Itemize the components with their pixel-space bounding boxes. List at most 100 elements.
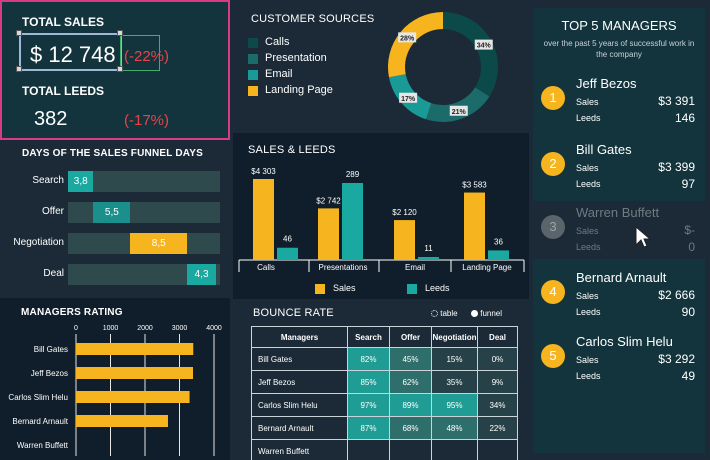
manager-name: Carlos Slim Helu <box>576 334 673 349</box>
rating-category-label: Carlos Slim Helu <box>8 393 68 402</box>
radio-table-icon[interactable] <box>431 310 438 318</box>
manager-leeds: 90 <box>681 305 695 319</box>
sales-label: Sales <box>576 355 599 365</box>
leeds-value-label: 289 <box>346 170 360 179</box>
donut-value-label: 28% <box>400 35 415 42</box>
manager-name: Bernard Arnault <box>576 270 667 285</box>
sales-category-label: Calls <box>257 263 275 272</box>
donut-slice <box>426 87 490 122</box>
resize-handle[interactable] <box>117 66 123 72</box>
leeds-label: Leeds <box>576 113 601 123</box>
manager-sales: $3 391 <box>658 94 695 108</box>
table-row[interactable]: Bill Gates 82% 45% 15% 0% <box>251 347 518 371</box>
manager-leeds: 0 <box>688 240 695 254</box>
rating-category-label: Warren Buffett <box>17 441 69 450</box>
managers-rating-panel: MANAGERS RATING 0 1000 2000 3000 4000 Bill Ga… <box>0 298 230 460</box>
rank-badge: 2 <box>541 152 565 176</box>
bounce-value-cell: 68% <box>389 416 432 440</box>
rating-category-label: Bill Gates <box>34 345 68 354</box>
bounce-value-cell: 95% <box>431 393 478 417</box>
donut-value-label: 21% <box>452 109 467 116</box>
leeds-value-label: 11 <box>424 244 433 253</box>
manager-card[interactable]: 3 Warren Buffett Sales $- Leeds 0 <box>533 201 705 259</box>
bounce-value-cell: 34% <box>477 393 518 417</box>
bounce-header-cell: Search <box>347 326 390 348</box>
total-sales-value: $ 12 748 <box>30 42 116 67</box>
top5-subtitle: over the past 5 years of successful work… <box>543 39 695 59</box>
funnel-row-label: Offer <box>41 206 64 217</box>
sales-label: Sales <box>576 291 599 301</box>
radio-funnel-icon[interactable] <box>471 310 478 318</box>
manager-card[interactable]: 2 Bill Gates Sales $3 399 Leeds 97 <box>533 138 705 196</box>
bounce-header-cell: Offer <box>389 326 432 348</box>
sources-donut: 34% 21% 17% 28% <box>388 12 498 122</box>
manager-card[interactable]: 1 Jeff Bezos Sales $3 391 Leeds 146 <box>533 72 705 130</box>
legend-sales: Sales <box>315 283 356 294</box>
table-row[interactable]: Carlos Slim Helu 97% 89% 95% 34% <box>251 393 518 417</box>
customer-sources-panel: CUSTOMER SOURCES Calls Presentation Emai… <box>233 0 529 133</box>
rating-category-label: Bernard Arnault <box>12 417 68 426</box>
rating-category-label: Jeff Bezos <box>31 369 68 378</box>
kpi-panel[interactable]: TOTAL SALES $ 12 748 (-22%) TOTAL LEEDS … <box>0 0 230 140</box>
rating-bar <box>76 367 193 379</box>
sales-bar <box>464 192 485 260</box>
funnel-bar: 8,5 <box>130 233 188 254</box>
sales-leeds-panel: SALES & LEEDS Calls $4 303 46 Presentations… <box>233 133 529 299</box>
sales-value-label: $4 303 <box>251 167 276 176</box>
manager-sales: $3 292 <box>658 352 695 366</box>
total-sales-label: TOTAL SALES <box>22 15 105 29</box>
sales-value-label: $3 583 <box>462 181 487 190</box>
funnel-row: Negotiation 8,5 <box>0 233 230 255</box>
funnel-row: Offer 5,5 <box>0 202 230 224</box>
resize-handle[interactable] <box>117 30 123 36</box>
manager-card[interactable]: 5 Carlos Slim Helu Sales $3 292 Leeds 49 <box>533 330 705 388</box>
legend-presentation: Presentation <box>248 52 327 64</box>
manager-name: Bill Gates <box>576 142 632 157</box>
manager-card[interactable]: 4 Bernard Arnault Sales $2 666 Leeds 90 <box>533 266 705 324</box>
rating-bar <box>76 415 168 427</box>
funnel-row: Search 3,8 <box>0 171 230 193</box>
table-row[interactable]: Bernard Arnault 87% 68% 48% 22% <box>251 416 518 440</box>
leeds-label: Leeds <box>576 371 601 381</box>
legend-calls: Calls <box>248 36 289 48</box>
bounce-value-cell: 48% <box>431 416 478 440</box>
rank-badge: 1 <box>541 86 565 110</box>
rank-badge: 4 <box>541 280 565 304</box>
table-row[interactable]: Jeff Bezos 85% 62% 35% 9% <box>251 370 518 394</box>
bounce-value-cell: 9% <box>477 370 518 394</box>
sales-category-label: Presentations <box>319 263 368 272</box>
bounce-header-cell: Managers <box>251 326 348 348</box>
funnel-track: 5,5 <box>68 202 220 223</box>
funnel-bar: 3,8 <box>68 171 94 192</box>
sales-category-label: Landing Page <box>462 263 512 272</box>
manager-leeds: 146 <box>674 111 695 125</box>
bounce-value-cell: 85% <box>347 370 390 394</box>
table-row[interactable]: Warren Buffett <box>251 439 518 460</box>
bounce-value-cell <box>389 439 432 460</box>
funnel-bar: 4,3 <box>187 264 216 285</box>
funnel-row-label: Search <box>32 175 64 186</box>
leeds-label: Leeds <box>576 242 601 252</box>
leeds-label: Leeds <box>576 307 601 317</box>
leeds-value-label: 46 <box>283 235 292 244</box>
resize-handle[interactable] <box>16 30 22 36</box>
bounce-manager-cell: Bill Gates <box>251 347 348 371</box>
donut-value-label: 17% <box>401 96 416 103</box>
toggle-funnel[interactable]: funnel <box>471 309 502 318</box>
leeds-label: Leeds <box>576 179 601 189</box>
manager-name: Warren Buffett <box>576 205 660 220</box>
sales-leeds-chart: Calls $4 303 46 Presentations $2 742 289 Email… <box>238 167 525 272</box>
leeds-bar <box>342 183 363 260</box>
leeds-bar <box>418 257 439 260</box>
funnel-track: 4,3 <box>68 264 220 285</box>
rating-tick-label: 1000 <box>103 325 119 332</box>
rank-badge: 3 <box>541 215 565 239</box>
sources-title: CUSTOMER SOURCES <box>251 13 375 25</box>
rating-tick-label: 4000 <box>206 325 222 332</box>
leeds-value-label: 36 <box>494 237 503 246</box>
bounce-value-cell: 89% <box>389 393 432 417</box>
toggle-table[interactable]: table <box>431 309 458 318</box>
total-leeds-value: 382 <box>34 108 68 130</box>
resize-handle[interactable] <box>16 66 22 72</box>
bounce-table: Managers Search Offer Negotiation Deal Bill … <box>251 326 518 460</box>
